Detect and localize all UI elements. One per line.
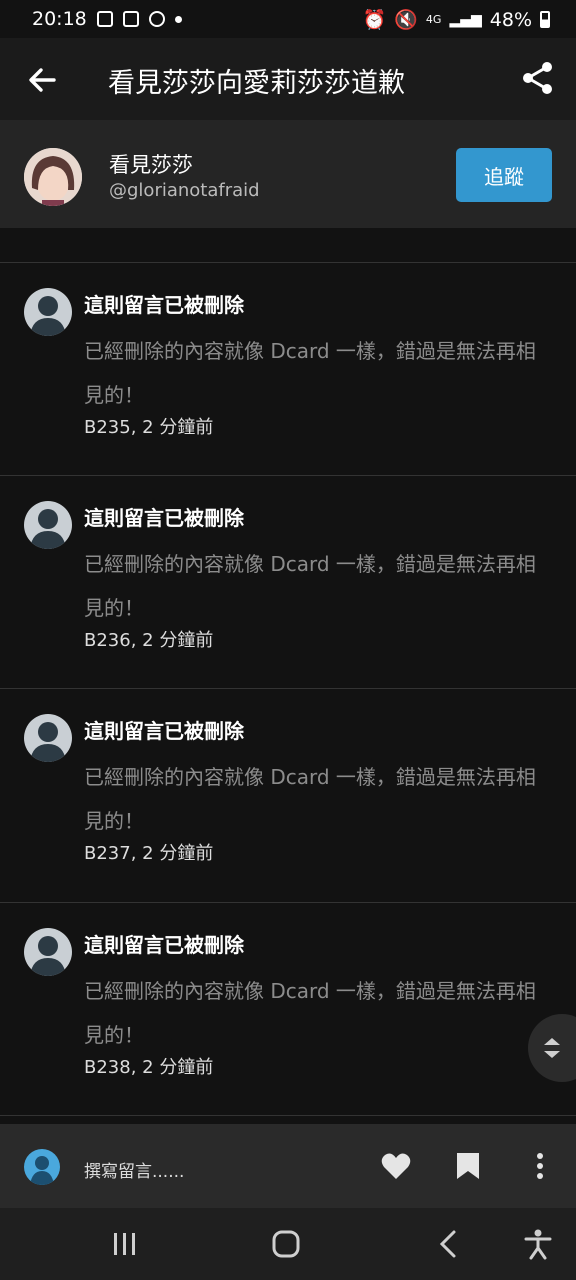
battery-percentage: 48%	[489, 8, 532, 31]
scroll-up-down-icon	[544, 1038, 560, 1058]
comment-input[interactable]: 撰寫留言......	[84, 1157, 184, 1182]
author-name[interactable]: 看見莎莎	[109, 149, 193, 179]
commenter-avatar	[24, 714, 72, 762]
default-avatar-icon	[30, 296, 66, 336]
signal-icon: ▂▄▆	[449, 11, 482, 28]
accessibility-icon	[524, 1229, 552, 1260]
gallery-icon	[96, 11, 113, 27]
comment-body: 已經刪除的內容就像 Dcard 一樣，錯過是無法再相見的！	[84, 339, 536, 407]
default-avatar-icon	[30, 722, 66, 762]
commenter-avatar	[24, 288, 72, 336]
battery-icon	[540, 11, 550, 28]
my-avatar	[24, 1149, 60, 1185]
comment-body: 已經刪除的內容就像 Dcard 一樣，錯過是無法再相見的！	[84, 552, 536, 620]
share-button[interactable]	[520, 60, 556, 96]
status-right: ⏰ 🔇 4G ▂▄▆ 48%	[363, 8, 550, 31]
network-type: 4G	[425, 13, 442, 26]
follow-button[interactable]: 追蹤	[456, 148, 552, 202]
commenter-avatar	[24, 928, 72, 976]
comment-body: 已經刪除的內容就像 Dcard 一樣，錯過是無法再相見的！	[84, 979, 536, 1047]
mute-icon: 🔇	[394, 9, 418, 31]
bookmark-icon	[457, 1153, 479, 1179]
status-left: 20:18	[32, 8, 182, 30]
comment-meta: B238, 2 分鐘前	[84, 1057, 214, 1078]
comment-item: 這則留言已被刪除 已經刪除的內容就像 Dcard 一樣，錯過是無法再相見的！ B…	[0, 688, 576, 902]
home-icon	[272, 1230, 300, 1258]
default-avatar-icon	[30, 936, 66, 976]
home-button[interactable]	[266, 1226, 306, 1262]
heart-icon	[381, 1153, 411, 1179]
comment-item: 這則留言已被刪除 已經刪除的內容就像 Dcard 一樣，錯過是無法再相見的！ B…	[0, 475, 576, 689]
app-bar: 看見莎莎向愛莉莎莎道歉	[0, 38, 576, 120]
recent-apps-button[interactable]	[105, 1226, 145, 1262]
more-button[interactable]	[524, 1150, 556, 1182]
comment-body: 已經刪除的內容就像 Dcard 一樣，錯過是無法再相見的！	[84, 765, 536, 833]
bookmark-button[interactable]	[452, 1150, 484, 1182]
arrow-left-icon	[29, 68, 56, 92]
comment-composer: 撰寫留言......	[0, 1124, 576, 1208]
default-avatar-icon	[30, 509, 66, 549]
more-vertical-icon	[537, 1153, 543, 1179]
user-avatar-icon	[30, 1156, 54, 1185]
chevron-left-icon	[439, 1230, 456, 1258]
author-handle: @glorianotafraid	[109, 180, 260, 201]
comment-heading: 這則留言已被刪除	[84, 933, 244, 957]
line-app-icon	[148, 11, 165, 27]
comment-item: 這則留言已被刪除 已經刪除的內容就像 Dcard 一樣，錯過是無法再相見的！ B…	[0, 262, 576, 476]
share-icon	[523, 62, 552, 94]
comment-heading: 這則留言已被刪除	[84, 506, 244, 530]
system-navigation-bar	[0, 1208, 576, 1280]
author-avatar-image	[24, 148, 82, 206]
comment-item: 這則留言已被刪除 已經刪除的內容就像 Dcard 一樣，錯過是無法再相見的！ B…	[0, 902, 576, 1116]
comment-heading: 這則留言已被刪除	[84, 719, 244, 743]
back-button[interactable]	[24, 62, 60, 98]
author-avatar[interactable]	[24, 148, 82, 206]
status-time: 20:18	[32, 8, 87, 30]
notification-app-icon	[122, 11, 139, 27]
page-title: 看見莎莎向愛莉莎莎道歉	[108, 68, 405, 99]
commenter-avatar	[24, 501, 72, 549]
comment-meta: B236, 2 分鐘前	[84, 630, 214, 651]
comment-meta: B235, 2 分鐘前	[84, 417, 214, 438]
system-back-button[interactable]	[428, 1226, 468, 1262]
alarm-icon: ⏰	[362, 9, 387, 31]
recent-apps-icon	[114, 1233, 135, 1255]
author-card: 看見莎莎 @glorianotafraid 追蹤	[0, 120, 576, 228]
comment-heading: 這則留言已被刪除	[84, 293, 244, 317]
status-bar: 20:18 ⏰ 🔇 4G ▂▄▆ 48%	[0, 0, 576, 38]
like-button[interactable]	[380, 1150, 412, 1182]
comment-meta: B237, 2 分鐘前	[84, 843, 214, 864]
accessibility-button[interactable]	[518, 1226, 558, 1262]
more-notifications-icon	[174, 15, 182, 23]
